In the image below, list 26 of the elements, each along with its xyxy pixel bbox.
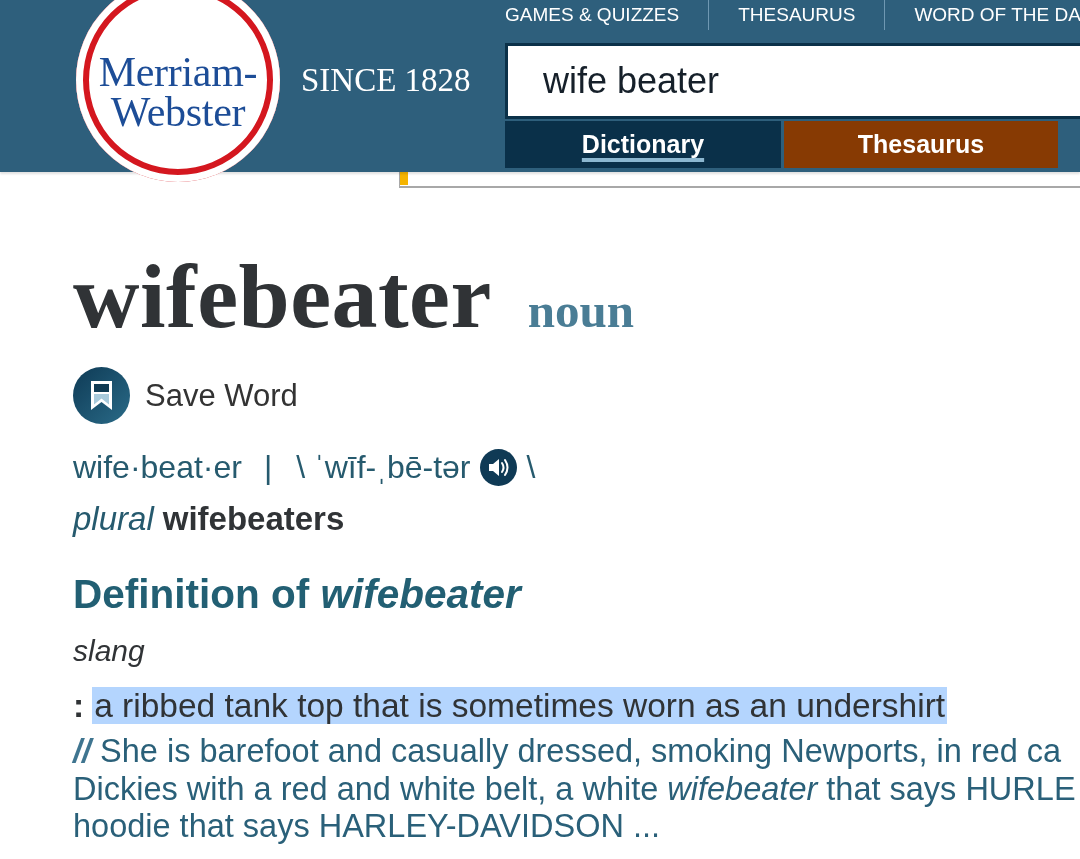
marker-icon: [400, 172, 408, 185]
logo-badge[interactable]: Merriam- Webster: [76, 0, 280, 182]
headword: wifebeater: [73, 246, 492, 346]
nav-link[interactable]: GAMES & QUIZZES: [505, 0, 709, 30]
usage-label: slang: [73, 633, 145, 669]
plural-form: wifebeaters: [162, 500, 345, 537]
separator: |: [263, 448, 273, 486]
pronunciation: \ ˈwīf-ˌbē-tər: [296, 448, 471, 486]
pronunciation-end: \: [526, 448, 536, 486]
search-tab[interactable]: Dictionary: [505, 121, 781, 168]
part-of-speech: noun: [527, 282, 635, 339]
definition-text: a ribbed tank top that is sometimes worn as an undershirt: [92, 687, 948, 724]
example-sentence: // She is barefoot and casually dressed, smoking Newports, in red ca Dickies with a red and white belt, a white wifebeater that says HURLE hoodie that says HARLEY-DAVIDSON ...: [73, 733, 1076, 846]
syllables: wife·beat·er: [73, 448, 242, 486]
bookmark-icon: [73, 367, 130, 424]
nav-link[interactable]: WORD OF THE DA: [884, 0, 1080, 30]
plural-label: plural: [73, 500, 154, 537]
tagline: SINCE 1828: [301, 62, 472, 98]
definition-title: Definition of wifebeater: [73, 572, 521, 616]
save-word-button[interactable]: Save Word: [73, 367, 298, 424]
nav-link[interactable]: THESAURUS: [708, 0, 885, 30]
search-field[interactable]: wife beater: [505, 43, 1080, 119]
logo-wordmark: Merriam- Webster: [98, 52, 258, 132]
speaker-icon[interactable]: [479, 448, 517, 486]
definition-colon: :: [73, 687, 85, 724]
search-tab[interactable]: Thesaurus: [784, 121, 1058, 168]
